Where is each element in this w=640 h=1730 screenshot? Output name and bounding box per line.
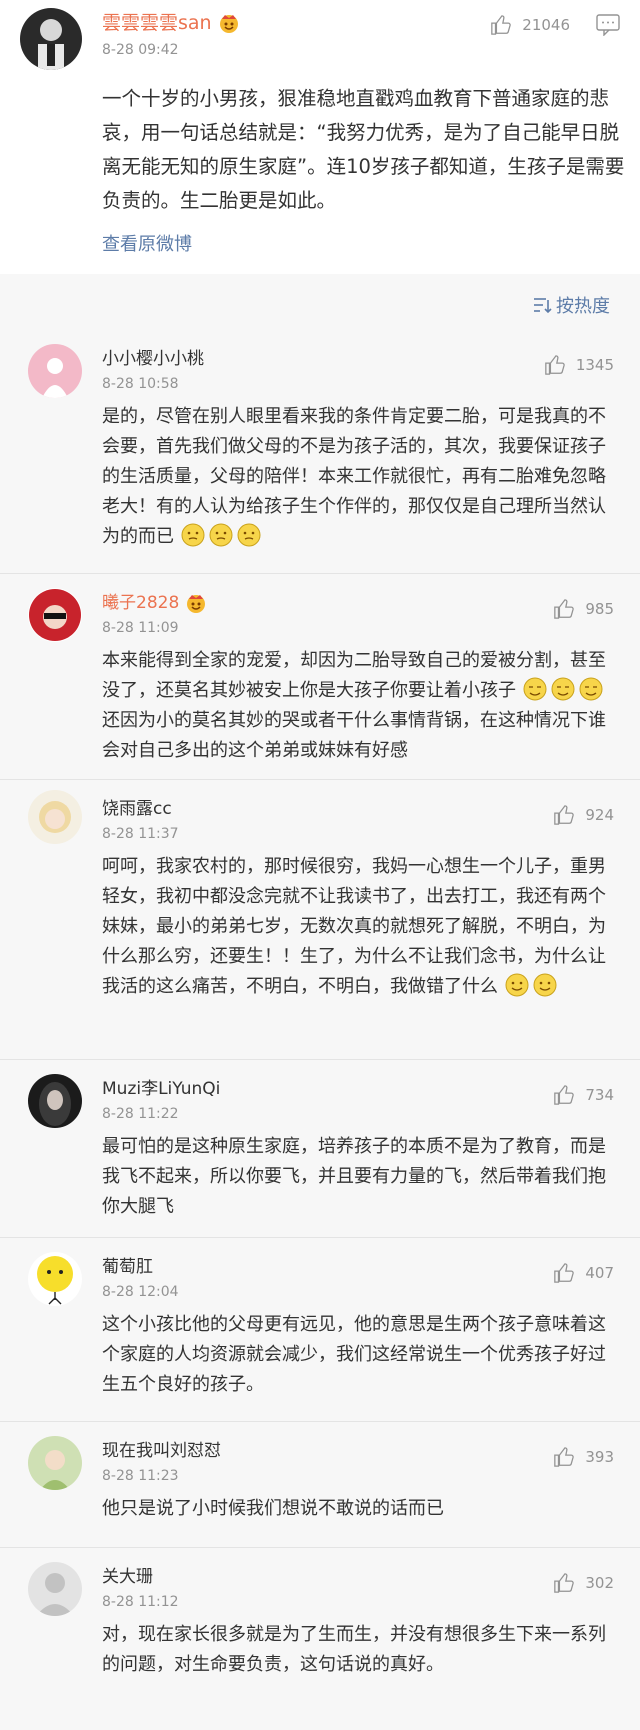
avatar[interactable] [28, 588, 82, 642]
comment-header: 小小樱小小桃 8-28 10:58 [102, 336, 620, 392]
comment-item: 关大珊 8-28 11:12 302 对，现在家长很多就是为了生而生，并没有想很… [0, 1548, 640, 1714]
post-text: 一个十岁的小男孩，狠准稳地直戳鸡血教育下普通家庭的悲哀，用一句话总结就是：“我努… [102, 87, 625, 212]
avatar[interactable] [20, 8, 82, 70]
post-date: 8-28 09:42 [102, 42, 179, 58]
comment-date: 8-28 11:12 [102, 1594, 179, 1610]
view-original-link[interactable]: 查看原微博 [102, 230, 620, 256]
comment-header: Muzi李LiYunQi 8-28 11:22 [102, 1060, 620, 1122]
comment-header: 现在我叫刘怼怼 8-28 11:23 [102, 1422, 620, 1484]
emoji-icon [551, 677, 575, 701]
comment-text: 对，现在家长很多就是为了生而生，并没有想很多生下来一系列的问题，对生命要负责，这… [102, 1624, 606, 1675]
comment-text-content: 呵呵，我家农村的，那时候很穷，我妈一心想生一个儿子，重男轻女，我初中都没念完就不… [102, 856, 606, 997]
comment-date: 8-28 11:09 [102, 620, 179, 636]
avatar[interactable] [28, 1562, 82, 1616]
emoji-icon [523, 677, 547, 701]
crown-icon [187, 595, 206, 613]
comment-item: 曦子2828 8-28 11:09 985 本来能得到全家的宠爱，却因为二胎导致… [0, 574, 640, 780]
comment-like[interactable]: 924 [553, 804, 614, 826]
comment-text: 是的，尽管在别人眼里看来我的条件肯定要二胎，可是我真的不会要，首先我们做父母的不… [102, 402, 617, 552]
thumb-up-icon[interactable] [553, 1446, 575, 1468]
author-block: 雲雲雲雲san 8-28 09:42 [102, 10, 240, 58]
like-count: 407 [585, 1264, 614, 1282]
comment-date: 8-28 12:04 [102, 1284, 179, 1300]
comment-date: 8-28 10:58 [102, 376, 179, 392]
author-name-text[interactable]: 雲雲雲雲san [102, 10, 212, 36]
commenter-name[interactable]: 饶雨露cc [102, 796, 620, 822]
comment-item: 小小樱小小桃 8-28 10:58 1345 是的，尽管在别人眼里看来我的条件肯… [0, 336, 640, 574]
comment-text: 最可怕的是这种原生家庭，培养孩子的本质不是为了教育，而是我飞不起来，所以你要飞，… [102, 1136, 606, 1217]
comment-header: 关大珊 8-28 11:12 [102, 1548, 620, 1610]
comment-item: 现在我叫刘怼怼 8-28 11:23 393 他只是说了小时候我们想说不敢说的话… [0, 1422, 640, 1548]
post-actions: 21046 [490, 14, 620, 36]
comment-like[interactable]: 985 [553, 598, 614, 620]
comment-date: 8-28 11:37 [102, 826, 179, 842]
like-count: 924 [585, 806, 614, 824]
author-name[interactable]: 雲雲雲雲san [102, 10, 240, 36]
comment-like[interactable]: 1345 [544, 354, 614, 376]
sort-by-hot-button[interactable]: 按热度 [532, 292, 610, 318]
emoji-icon [209, 523, 233, 547]
emoji-icon [505, 973, 529, 997]
commenter-name[interactable]: 关大珊 [102, 1564, 620, 1590]
comment-date: 8-28 11:22 [102, 1106, 179, 1122]
avatar[interactable] [28, 790, 82, 844]
avatar[interactable] [28, 1436, 82, 1490]
like-count: 734 [585, 1086, 614, 1104]
comment-icon[interactable] [596, 14, 620, 36]
main-post-header: 雲雲雲雲san 8-28 09:42 21046 [20, 8, 620, 70]
comment-header: 饶雨露cc 8-28 11:37 [102, 780, 620, 842]
comment-item: Muzi李LiYunQi 8-28 11:22 734 最可怕的是这种原生家庭，… [0, 1060, 640, 1238]
comment-text: 这个小孩比他的父母更有远见，他的意思是生两个孩子意味着这个家庭的人均资源就会减少… [102, 1314, 606, 1395]
commenter-name[interactable]: Muzi李LiYunQi [102, 1076, 620, 1102]
thumb-up-icon[interactable] [553, 804, 575, 826]
emoji-icon [181, 523, 205, 547]
commenter-name[interactable]: 曦子2828 [102, 590, 620, 616]
comment-text: 呵呵，我家农村的，那时候很穷，我妈一心想生一个儿子，重男轻女，我初中都没念完就不… [102, 852, 617, 1002]
crown-icon [219, 15, 238, 33]
thumb-up-icon[interactable] [553, 1084, 575, 1106]
avatar[interactable] [28, 344, 82, 398]
comment-like[interactable]: 302 [553, 1572, 614, 1594]
comment-text: 本来能得到全家的宠爱，却因为二胎导致自己的爱被分割，甚至没了，还莫名其妙被安上你… [102, 646, 617, 766]
comment-header: 葡萄肛 8-28 12:04 [102, 1238, 620, 1300]
comment-like[interactable]: 393 [553, 1446, 614, 1468]
sort-icon [534, 298, 552, 314]
like-count: 302 [585, 1574, 614, 1592]
avatar[interactable] [28, 1074, 82, 1128]
commenter-name[interactable]: 小小樱小小桃 [102, 346, 620, 372]
comment-date: 8-28 11:23 [102, 1468, 179, 1484]
commenter-name-text[interactable]: 曦子2828 [102, 590, 179, 616]
comment-text-content: 是的，尽管在别人眼里看来我的条件肯定要二胎，可是我真的不会要，首先我们做父母的不… [102, 406, 606, 547]
sort-bar: 按热度 [0, 274, 640, 336]
thumb-up-icon[interactable] [553, 598, 575, 620]
comment-item: 饶雨露cc 8-28 11:37 924 呵呵，我家农村的，那时候很穷，我妈一心… [0, 780, 640, 1060]
emoji-icon [237, 523, 261, 547]
avatar[interactable] [28, 1252, 82, 1306]
comment-header: 曦子2828 8-28 11:09 [102, 574, 620, 636]
like-count: 393 [585, 1448, 614, 1466]
commenter-name[interactable]: 葡萄肛 [102, 1254, 620, 1280]
like-count: 21046 [522, 16, 570, 34]
thumb-up-icon[interactable] [544, 354, 566, 376]
like-count: 985 [585, 600, 614, 618]
comment-text-part-b: 还因为小的莫名其妙的哭或者干什么事情背锅，在这种情况下谁会对自己多出的这个弟弟或… [102, 710, 606, 761]
emoji-icon [533, 973, 557, 997]
thumb-up-icon[interactable] [553, 1262, 575, 1284]
like-count: 1345 [575, 356, 614, 374]
thumb-up-icon[interactable] [553, 1572, 575, 1594]
thumb-up-icon[interactable] [490, 14, 512, 36]
main-post: 雲雲雲雲san 8-28 09:42 21046 一个十岁的小男孩，狠准稳地直戳… [0, 0, 640, 274]
sort-label[interactable]: 按热度 [556, 292, 610, 318]
comment-like[interactable]: 407 [553, 1262, 614, 1284]
comment-text: 他只是说了小时候我们想说不敢说的话而已 [102, 1498, 444, 1519]
comment-item: 葡萄肛 8-28 12:04 407 这个小孩比他的父母更有远见，他的意思是生两… [0, 1238, 640, 1422]
commenter-name[interactable]: 现在我叫刘怼怼 [102, 1438, 620, 1464]
comment-like[interactable]: 734 [553, 1084, 614, 1106]
emoji-icon [579, 677, 603, 701]
